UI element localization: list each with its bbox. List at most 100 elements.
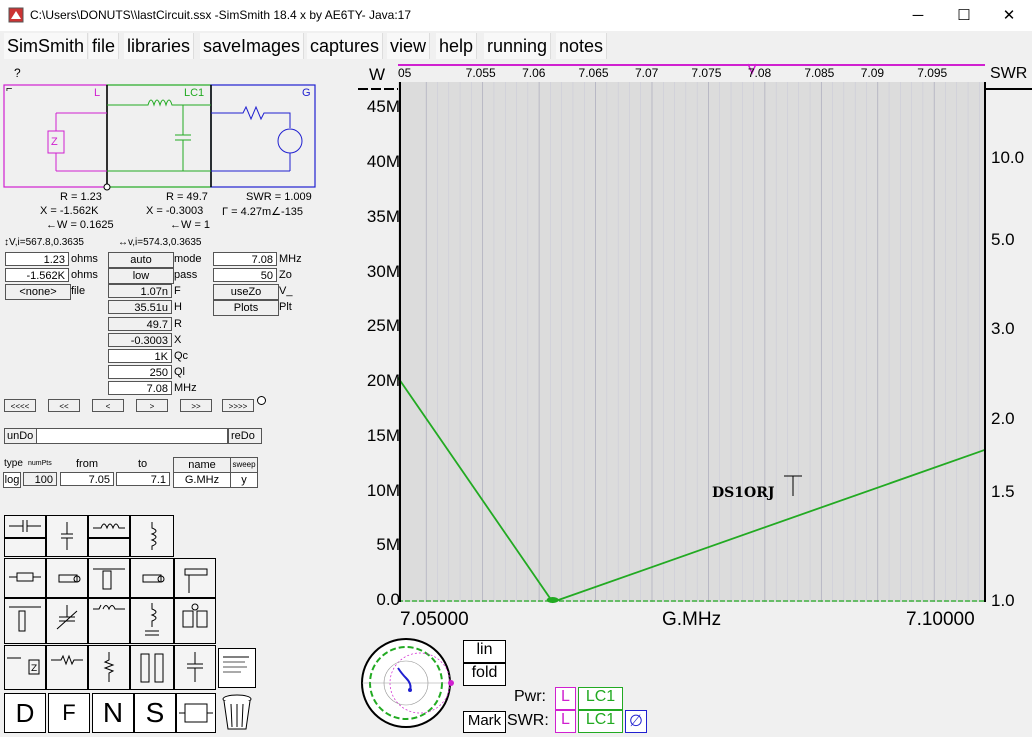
palette-transformer[interactable] bbox=[174, 598, 216, 644]
tool-f-button[interactable]: F bbox=[48, 693, 90, 733]
gen-zo-field[interactable]: 50 bbox=[213, 268, 277, 282]
lc-f-field[interactable]: 1.07n bbox=[108, 284, 172, 298]
palette-parallel-lc[interactable] bbox=[4, 598, 46, 644]
sweep-numpts-field[interactable]: 100 bbox=[23, 472, 57, 486]
lc-mode-button[interactable]: auto bbox=[108, 252, 174, 268]
palette-notes-card[interactable] bbox=[218, 648, 256, 688]
menu-running[interactable]: running bbox=[484, 33, 552, 59]
trash-icon[interactable] bbox=[220, 693, 254, 733]
load-r-field[interactable]: 1.23 bbox=[5, 252, 69, 266]
lc-r: R = 49.7 bbox=[166, 191, 208, 203]
minimize-button[interactable]: ─ bbox=[895, 0, 941, 31]
swr-lc1-toggle[interactable]: LC1 bbox=[578, 710, 623, 733]
sweep-to-field[interactable]: 7.1 bbox=[116, 472, 170, 486]
palette-coax[interactable] bbox=[174, 558, 216, 598]
lc-f-unit: F bbox=[174, 285, 181, 297]
palette-tline-shunt[interactable] bbox=[46, 558, 88, 598]
nav-handle[interactable] bbox=[257, 396, 266, 405]
no-swr-icon[interactable]: ∅ bbox=[625, 710, 647, 733]
palette-shunt-lc[interactable] bbox=[130, 598, 174, 644]
help-mark[interactable]: ? bbox=[14, 66, 21, 80]
palette-series-l[interactable] bbox=[88, 515, 130, 538]
palette-stub-short[interactable] bbox=[130, 558, 174, 598]
swr-tick-label: 1.0 bbox=[991, 591, 1015, 610]
lc-x-unit: X bbox=[174, 334, 182, 346]
sweep-type-field[interactable]: log bbox=[3, 472, 21, 488]
close-button[interactable]: ✕ bbox=[986, 0, 1032, 31]
menu-saveimages[interactable]: saveImages bbox=[200, 33, 305, 59]
y-tick-label: 25M bbox=[366, 316, 400, 336]
menu-help[interactable]: help bbox=[436, 33, 478, 59]
palette-series-lc[interactable] bbox=[88, 598, 130, 644]
menu-file[interactable]: file bbox=[89, 33, 120, 59]
lc-pass-button[interactable]: low bbox=[108, 268, 174, 284]
tool-s-button[interactable]: S bbox=[134, 693, 176, 733]
gen-mhz-unit: MHz bbox=[279, 253, 302, 265]
x-tick-label: 7.085 bbox=[804, 66, 835, 80]
load-x-field[interactable]: -1.562K bbox=[5, 268, 69, 282]
sweep-from-field[interactable]: 7.05 bbox=[60, 472, 114, 486]
gen-plots-button[interactable]: Plots bbox=[213, 300, 279, 316]
palette-shunt-l[interactable] bbox=[130, 515, 174, 557]
menu-libraries[interactable]: libraries bbox=[124, 33, 195, 59]
maximize-button[interactable]: ☐ bbox=[941, 0, 987, 31]
undo-history-bar[interactable] bbox=[36, 428, 228, 444]
vi-readout-2: ↔v,i=574.3,0.3635 bbox=[118, 237, 202, 248]
nav-back-many-button[interactable]: << bbox=[48, 399, 80, 412]
sweep-sweep-field[interactable]: y bbox=[230, 472, 258, 488]
pwr-l-toggle[interactable]: L bbox=[555, 687, 576, 710]
palette-shunt-r[interactable] bbox=[88, 645, 130, 690]
swr-l-toggle[interactable]: L bbox=[555, 710, 576, 733]
mark-button[interactable]: Mark bbox=[463, 711, 506, 733]
sweep-name-header[interactable]: name bbox=[173, 457, 231, 473]
title-bar: C:\Users\DONUTS\\lastCircuit.ssx -SimSmi… bbox=[0, 0, 1032, 31]
palette-load-z[interactable]: Z bbox=[4, 645, 46, 690]
plot-area[interactable] bbox=[358, 61, 1032, 636]
nav-last-button[interactable]: >>>> bbox=[222, 399, 254, 412]
load-file-button[interactable]: <none> bbox=[5, 284, 71, 300]
gen-gamma: Γ = 4.27m∠-135 bbox=[222, 206, 304, 218]
load-w: ←W = 0.1625 bbox=[46, 219, 114, 231]
nav-forward-many-button[interactable]: >> bbox=[180, 399, 212, 412]
lc-qc-field[interactable]: 1K bbox=[108, 349, 172, 363]
gen-mhz-field[interactable]: 7.08 bbox=[213, 252, 277, 266]
pwr-lc1-toggle[interactable]: LC1 bbox=[578, 687, 623, 710]
palette-series-c[interactable] bbox=[4, 515, 46, 538]
lc-r-field[interactable]: 49.7 bbox=[108, 317, 172, 331]
palette-tline-series[interactable] bbox=[4, 558, 46, 598]
tool-n-button[interactable]: N bbox=[92, 693, 134, 733]
sweep-sweep-header[interactable]: sweep bbox=[230, 457, 258, 473]
palette-blank-1[interactable] bbox=[4, 538, 46, 557]
palette-shunt-c2[interactable] bbox=[174, 645, 216, 690]
swr-label: SWR: bbox=[507, 712, 549, 729]
nav-first-button[interactable]: <<<< bbox=[4, 399, 36, 412]
palette-stub-open[interactable] bbox=[88, 558, 130, 598]
palette-shunt-c[interactable] bbox=[46, 515, 88, 557]
gen-usezo-button[interactable]: useZo bbox=[213, 284, 279, 300]
tool-d-button[interactable]: D bbox=[4, 693, 46, 733]
nav-back-button[interactable]: < bbox=[92, 399, 124, 412]
fold-button[interactable]: fold bbox=[463, 663, 506, 686]
tool-network-button[interactable] bbox=[176, 693, 216, 733]
lin-button[interactable]: lin bbox=[463, 640, 506, 663]
palette-blank-2[interactable] bbox=[88, 538, 130, 557]
menu-notes[interactable]: notes bbox=[556, 33, 608, 59]
menu-simsmith[interactable]: SimSmith bbox=[4, 33, 89, 59]
palette-rlc-block[interactable] bbox=[130, 645, 174, 690]
lc-x: X = -0.3003 bbox=[146, 205, 204, 217]
smith-chart[interactable] bbox=[358, 636, 458, 732]
vi-readout-1: ↕V,i=567.8,0.3635 bbox=[4, 237, 84, 248]
menu-view[interactable]: view bbox=[387, 33, 431, 59]
palette-series-r[interactable] bbox=[46, 645, 88, 690]
nav-forward-button[interactable]: > bbox=[136, 399, 168, 412]
lc-ql-field[interactable]: 250 bbox=[108, 365, 172, 379]
lc-h-field[interactable]: 35.51u bbox=[108, 300, 172, 314]
undo-button[interactable]: unDo bbox=[4, 428, 38, 444]
palette-tuned-cap[interactable] bbox=[46, 598, 88, 644]
lc-mhz-field[interactable]: 7.08 bbox=[108, 381, 172, 395]
sweep-name-field[interactable]: G.MHz bbox=[173, 472, 231, 488]
menu-captures[interactable]: captures bbox=[307, 33, 384, 59]
redo-button[interactable]: reDo bbox=[228, 428, 262, 444]
lc-label: LC1 bbox=[184, 87, 205, 99]
lc-x-field[interactable]: -0.3003 bbox=[108, 333, 172, 347]
